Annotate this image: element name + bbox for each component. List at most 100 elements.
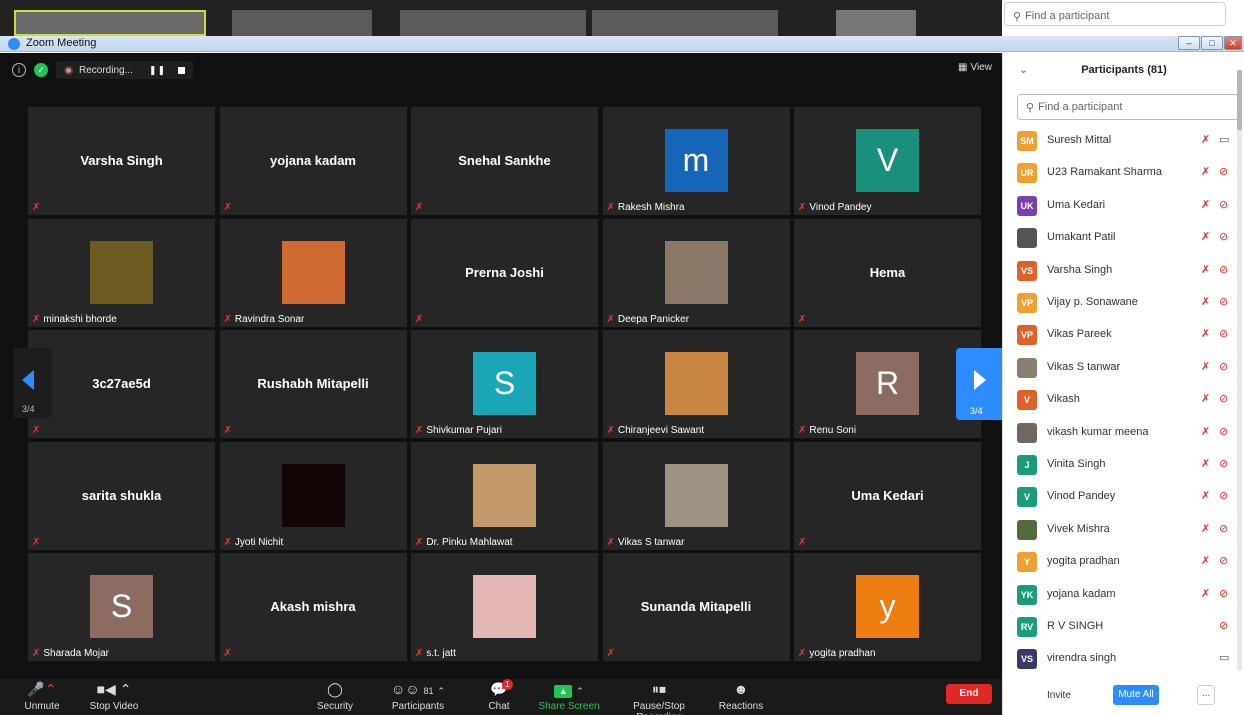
video-off-icon[interactable]: ⊘ xyxy=(1219,425,1228,438)
participant-row[interactable]: YK yojana kadam ✗ ⊘ xyxy=(1003,579,1244,611)
participant-row[interactable]: Umakant Patil ✗ ⊘ xyxy=(1003,222,1244,254)
video-off-icon[interactable]: ⊘ xyxy=(1219,457,1228,470)
participant-search-input[interactable]: ⚲ Find a participant xyxy=(1017,94,1239,120)
background-search-input[interactable]: ⚲ Find a participant xyxy=(1004,2,1226,26)
pause-recording-icon[interactable]: ❚❚ xyxy=(149,65,166,76)
muted-mic-icon[interactable]: ✗ xyxy=(1201,489,1210,502)
video-off-icon[interactable]: ⊘ xyxy=(1219,392,1228,405)
video-tile[interactable]: ✗ s.t. jatt xyxy=(411,553,598,661)
video-tile[interactable]: ✗ Vikas S tanwar xyxy=(602,441,790,550)
muted-mic-icon[interactable]: ✗ xyxy=(1201,165,1210,178)
video-off-icon[interactable]: ⊘ xyxy=(1219,489,1228,502)
video-tile[interactable]: ✗ Jyoti Nichit xyxy=(219,441,407,550)
video-tile[interactable]: Varsha Singh ✗ xyxy=(28,107,215,215)
stop-recording-icon[interactable] xyxy=(178,66,186,74)
participant-row[interactable]: V Vikash ✗ ⊘ xyxy=(1003,384,1244,416)
next-page-button[interactable]: 3/4 xyxy=(956,348,1002,420)
muted-mic-icon[interactable]: ✗ xyxy=(1201,554,1210,567)
video-tile[interactable]: 3c27ae5d ✗ xyxy=(28,330,215,438)
maximize-button[interactable]: □ xyxy=(1201,36,1223,50)
participant-row[interactable]: RV R V SINGH ⊘ xyxy=(1003,611,1244,643)
video-tile[interactable]: m ✗ Rakesh Mishra xyxy=(602,107,790,215)
participant-row[interactable]: VP Vikas Pareek ✗ ⊘ xyxy=(1003,319,1244,351)
video-tile[interactable]: Uma Kedari ✗ xyxy=(794,441,981,550)
video-tile[interactable]: ✗ Chiranjeevi Sawant xyxy=(602,330,790,438)
reactions-button[interactable]: ☻ Reactions xyxy=(718,679,764,715)
muted-mic-icon[interactable]: ✗ xyxy=(1201,457,1210,470)
security-button[interactable]: ◯ Security xyxy=(312,679,358,715)
unmute-button[interactable]: 🎤⌃ Unmute xyxy=(20,679,64,715)
participants-button[interactable]: ☺☺ 81 ⌃ Participants xyxy=(388,679,448,715)
muted-mic-icon[interactable]: ✗ xyxy=(1201,425,1210,438)
video-off-icon[interactable]: ⊘ xyxy=(1219,554,1228,567)
participant-row[interactable]: Vikas S tanwar ✗ ⊘ xyxy=(1003,352,1244,384)
muted-mic-icon[interactable]: ✗ xyxy=(1201,327,1210,340)
video-tile[interactable]: sarita shukla ✗ xyxy=(28,441,215,550)
video-tile[interactable]: yojana kadam ✗ xyxy=(219,107,407,215)
participant-row[interactable]: Yyogita pradhan ✗ ⊘ xyxy=(1003,546,1244,578)
video-on-icon[interactable]: ▭ xyxy=(1219,133,1229,146)
invite-button[interactable]: Invite xyxy=(1043,687,1075,704)
video-tile[interactable]: R ✗ Renu Soni xyxy=(794,330,981,438)
participant-row[interactable]: UR U23 Ramakant Sharma ✗ ⊘ xyxy=(1003,157,1244,189)
close-button[interactable]: ✕ xyxy=(1224,36,1242,50)
stop-video-button[interactable]: ■◀ ⌃ Stop Video xyxy=(86,679,142,715)
video-tile[interactable]: Prerna Joshi ✗ xyxy=(411,218,598,327)
info-icon[interactable]: i xyxy=(12,63,26,77)
video-off-icon[interactable]: ⊘ xyxy=(1219,327,1228,340)
participant-row[interactable]: vikash kumar meena ✗ ⊘ xyxy=(1003,417,1244,449)
muted-mic-icon[interactable]: ✗ xyxy=(1201,133,1210,146)
mute-all-button[interactable]: Mute All xyxy=(1113,685,1159,705)
muted-mic-icon[interactable]: ✗ xyxy=(1201,198,1210,211)
muted-mic-icon[interactable]: ✗ xyxy=(1201,587,1210,600)
video-tile[interactable]: y ✗ yogita pradhan xyxy=(794,553,981,661)
muted-mic-icon[interactable]: ✗ xyxy=(1201,230,1210,243)
participant-row[interactable]: V Vinod Pandey ✗ ⊘ xyxy=(1003,481,1244,513)
participant-row[interactable]: VP Vijay p. Sonawane ✗ ⊘ xyxy=(1003,287,1244,319)
participant-row[interactable]: VS Varsha Singh ✗ ⊘ xyxy=(1003,255,1244,287)
video-tile[interactable]: S ✗ Shivkumar Pujari xyxy=(411,330,598,438)
video-tile[interactable]: V ✗ Vinod Pandey xyxy=(794,107,981,215)
video-off-icon[interactable]: ⊘ xyxy=(1219,522,1228,535)
video-tile[interactable]: Hema ✗ xyxy=(794,218,981,327)
participant-row[interactable]: Vivek Mishra ✗ ⊘ xyxy=(1003,514,1244,546)
video-tile[interactable]: S ✗ Sharada Mojar xyxy=(28,553,215,661)
participant-row[interactable]: UK Uma Kedari ✗ ⊘ xyxy=(1003,190,1244,222)
view-button[interactable]: ▦ View xyxy=(958,62,992,73)
video-tile[interactable]: ✗ minakshi bhorde xyxy=(28,218,215,327)
share-screen-button[interactable]: ▲ ⌃ Share Screen xyxy=(538,679,600,715)
previous-page-button[interactable]: 3/4 xyxy=(14,348,52,418)
video-off-icon[interactable]: ⊘ xyxy=(1219,165,1228,178)
more-options-button[interactable]: ... xyxy=(1197,685,1215,705)
muted-mic-icon[interactable]: ✗ xyxy=(1201,392,1210,405)
video-tile[interactable]: Akash mishra ✗ xyxy=(219,553,407,661)
chevron-down-icon[interactable]: ⌄ xyxy=(1019,53,1028,87)
encryption-shield-icon[interactable]: ✓ xyxy=(34,63,48,77)
participant-scrollbar[interactable] xyxy=(1237,70,1242,670)
video-tile[interactable]: Rushabh Mitapelli ✗ xyxy=(219,330,407,438)
muted-mic-icon[interactable]: ✗ xyxy=(1201,263,1210,276)
participant-row[interactable]: VS virendra singh ▭ xyxy=(1003,643,1244,675)
muted-mic-icon[interactable]: ✗ xyxy=(1201,295,1210,308)
video-off-icon[interactable]: ⊘ xyxy=(1219,198,1228,211)
video-tile[interactable]: ✗ Deepa Panicker xyxy=(602,218,790,327)
minimize-button[interactable]: – xyxy=(1178,36,1200,50)
end-meeting-button[interactable]: End xyxy=(946,684,992,704)
pause-stop-recording-button[interactable]: ⏸⏹ Pause/Stop Recording xyxy=(610,679,708,715)
video-on-icon[interactable]: ▭ xyxy=(1219,651,1229,664)
video-tile[interactable]: Snehal Sankhe ✗ xyxy=(411,107,598,215)
video-tile[interactable]: Sunanda Mitapelli ✗ xyxy=(602,553,790,661)
video-tile[interactable]: ✗ Dr. Pinku Mahlawat xyxy=(411,441,598,550)
video-off-icon[interactable]: ⊘ xyxy=(1219,587,1228,600)
video-off-icon[interactable]: ⊘ xyxy=(1219,295,1228,308)
participant-row[interactable]: J Vinita Singh ✗ ⊘ xyxy=(1003,449,1244,481)
video-off-icon[interactable]: ⊘ xyxy=(1219,360,1228,373)
participant-row[interactable]: SM Suresh Mittal ✗ ▭ xyxy=(1003,125,1244,157)
video-off-icon[interactable]: ⊘ xyxy=(1219,619,1228,632)
video-tile[interactable]: ✗ Ravindra Sonar xyxy=(219,218,407,327)
muted-mic-icon[interactable]: ✗ xyxy=(1201,522,1210,535)
video-off-icon[interactable]: ⊘ xyxy=(1219,263,1228,276)
muted-mic-icon[interactable]: ✗ xyxy=(1201,360,1210,373)
video-off-icon[interactable]: ⊘ xyxy=(1219,230,1228,243)
chat-button[interactable]: 💬 1 Chat xyxy=(480,679,518,715)
